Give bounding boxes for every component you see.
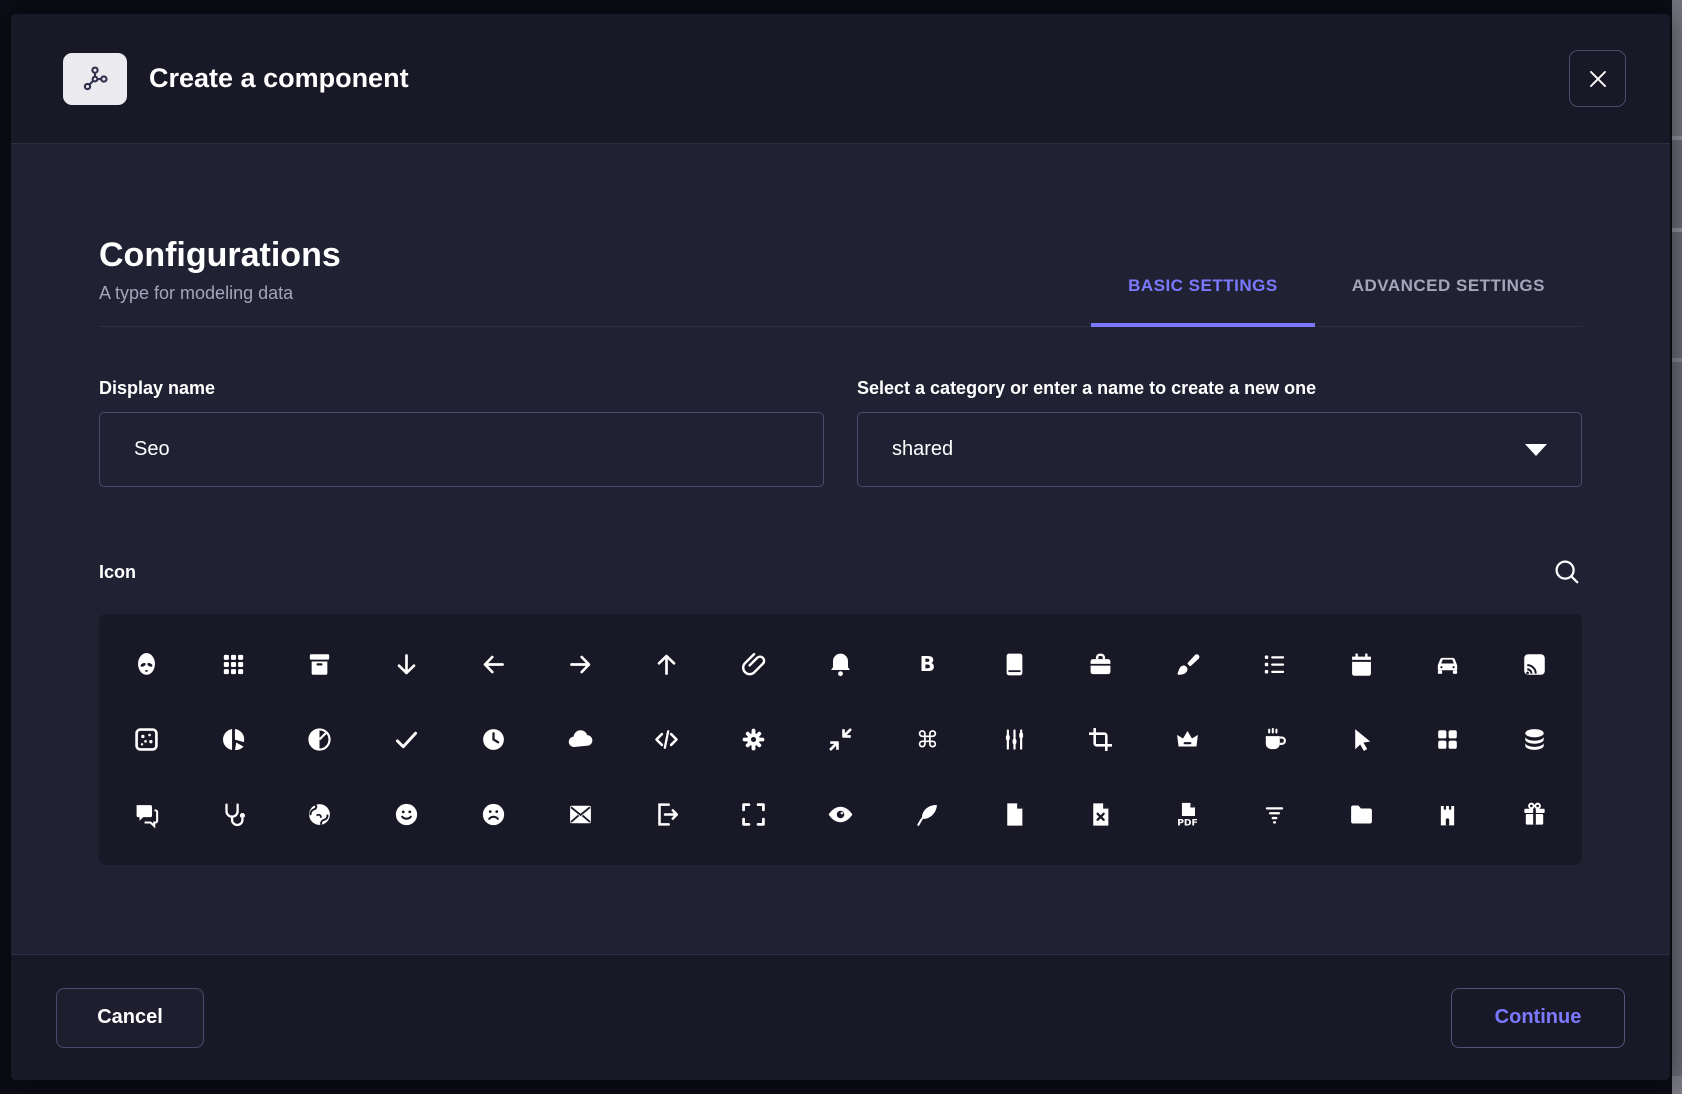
arrow-down-icon[interactable]: [363, 627, 450, 702]
modal-footer: Cancel Continue: [11, 954, 1670, 1080]
crown-icon[interactable]: [1144, 702, 1231, 777]
check-icon[interactable]: [363, 702, 450, 777]
apps-icon[interactable]: [190, 627, 277, 702]
earth-icon[interactable]: [277, 777, 364, 852]
section-title: Configurations: [99, 236, 341, 275]
svg-text:⌘: ⌘: [916, 727, 939, 753]
category-select[interactable]: shared: [857, 412, 1582, 487]
category-select-value: shared: [892, 438, 953, 461]
svg-text:PDF: PDF: [1177, 817, 1198, 828]
filter-icon[interactable]: [1231, 777, 1318, 852]
file-icon[interactable]: [971, 777, 1058, 852]
svg-text:B: B: [919, 652, 935, 676]
background-page-edge: [1672, 0, 1682, 1094]
icon-picker-header: Icon: [99, 557, 1582, 587]
briefcase-icon[interactable]: [1057, 627, 1144, 702]
crop-icon[interactable]: [1057, 702, 1144, 777]
attachment-icon[interactable]: [710, 627, 797, 702]
tab-basic-settings[interactable]: BASIC SETTINGS: [1091, 276, 1315, 326]
calendar-icon[interactable]: [1318, 627, 1405, 702]
chart-circle-icon[interactable]: [190, 702, 277, 777]
exit-icon[interactable]: [624, 777, 711, 852]
cancel-button[interactable]: Cancel: [56, 988, 204, 1048]
continue-button[interactable]: Continue: [1451, 988, 1625, 1048]
book-icon[interactable]: [971, 627, 1058, 702]
feather-icon[interactable]: [884, 777, 971, 852]
clock-icon[interactable]: [450, 702, 537, 777]
chart-bubble-icon[interactable]: [103, 702, 190, 777]
cast-icon[interactable]: [1491, 627, 1578, 702]
cog-icon[interactable]: [710, 702, 797, 777]
command-icon[interactable]: ⌘: [884, 702, 971, 777]
modal-header: Create a component: [11, 14, 1670, 144]
emotion-unhappy-icon[interactable]: [450, 777, 537, 852]
eye-icon[interactable]: [797, 777, 884, 852]
gate-icon[interactable]: [1404, 777, 1491, 852]
arrow-left-icon[interactable]: [450, 627, 537, 702]
alien-icon[interactable]: [103, 627, 190, 702]
expand-icon[interactable]: [710, 777, 797, 852]
arrow-right-icon[interactable]: [537, 627, 624, 702]
dashboard-icon[interactable]: [1404, 702, 1491, 777]
display-name-input[interactable]: [99, 412, 824, 487]
code-icon[interactable]: [624, 702, 711, 777]
envelope-icon[interactable]: [537, 777, 624, 852]
bell-icon[interactable]: [797, 627, 884, 702]
modal-body: Configurations A type for modeling data …: [11, 144, 1670, 954]
create-component-modal: Create a component Configurations A type…: [11, 14, 1670, 1080]
close-button[interactable]: [1569, 50, 1626, 107]
car-icon[interactable]: [1404, 627, 1491, 702]
modal-title: Create a component: [149, 63, 409, 94]
gift-icon[interactable]: [1491, 777, 1578, 852]
settings-tabs: BASIC SETTINGS ADVANCED SETTINGS: [1091, 276, 1582, 326]
icon-grid: B ⌘ PDF: [99, 614, 1582, 865]
discuss-icon[interactable]: [103, 777, 190, 852]
doctor-icon[interactable]: [190, 777, 277, 852]
bullet-list-icon[interactable]: [1231, 627, 1318, 702]
section-subtitle: A type for modeling data: [99, 283, 341, 304]
cloud-icon[interactable]: [537, 702, 624, 777]
close-icon: [1585, 66, 1611, 92]
folder-icon[interactable]: [1318, 777, 1405, 852]
bold-icon[interactable]: B: [884, 627, 971, 702]
file-error-icon[interactable]: [1057, 777, 1144, 852]
display-name-label: Display name: [99, 378, 824, 399]
tab-advanced-settings[interactable]: ADVANCED SETTINGS: [1315, 276, 1582, 326]
cursor-icon[interactable]: [1318, 702, 1405, 777]
file-pdf-icon[interactable]: PDF: [1144, 777, 1231, 852]
database-icon[interactable]: [1491, 702, 1578, 777]
connector-icon[interactable]: [971, 702, 1058, 777]
cup-icon[interactable]: [1231, 702, 1318, 777]
category-label: Select a category or enter a name to cre…: [857, 378, 1582, 399]
form-row: Display name Select a category or enter …: [99, 378, 1582, 487]
emotion-happy-icon[interactable]: [363, 777, 450, 852]
search-icon[interactable]: [1552, 557, 1582, 587]
collapse-icon[interactable]: [797, 702, 884, 777]
chart-pie-icon[interactable]: [277, 702, 364, 777]
icon-section-label: Icon: [99, 562, 136, 583]
archive-icon[interactable]: [277, 627, 364, 702]
component-icon: [63, 53, 127, 105]
arrow-up-icon[interactable]: [624, 627, 711, 702]
heading-row: Configurations A type for modeling data …: [99, 236, 1582, 327]
brush-icon[interactable]: [1144, 627, 1231, 702]
chevron-down-icon: [1525, 444, 1547, 456]
